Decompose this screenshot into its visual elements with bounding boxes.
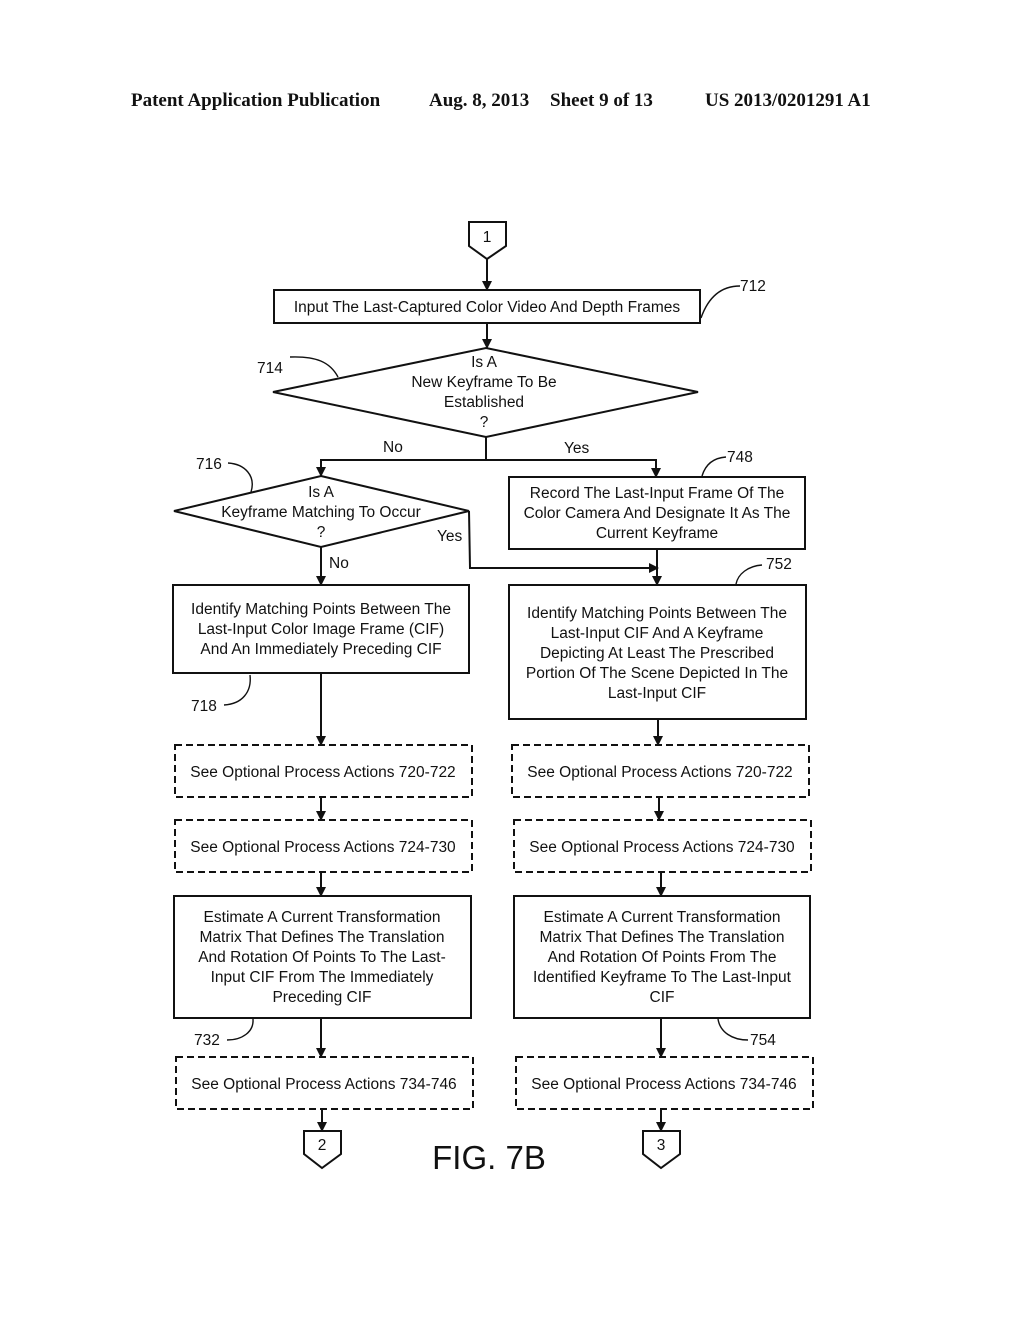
- decision-714: Is A New Keyframe To Be Established ? 71…: [257, 346, 699, 439]
- process-712: Input The Last-Captured Color Video And …: [273, 278, 766, 324]
- optional-734-left-text: See Optional Process Actions 734-746: [191, 1076, 456, 1093]
- process-754-line5: CIF: [650, 989, 675, 1006]
- optional-724-730-right: See Optional Process Actions 724-730: [513, 819, 812, 873]
- optional-734-746-right: See Optional Process Actions 734-746: [515, 1056, 814, 1110]
- label-716-yes: Yes: [437, 528, 463, 545]
- edge-714-yes: [486, 459, 661, 478]
- optional-724-right-text: See Optional Process Actions 724-730: [529, 839, 795, 856]
- flowchart: 1 Input The Last-Captured Color Video An…: [172, 221, 814, 1176]
- optional-724-left-text: See Optional Process Actions 724-730: [190, 839, 456, 856]
- process-718-line3: And An Immediately Preceding CIF: [200, 641, 441, 658]
- connector-2: 2: [303, 1130, 342, 1170]
- process-752-line4: Portion Of The Scene Depicted In The: [526, 665, 788, 682]
- process-718-line2: Last-Input Color Image Frame (CIF): [198, 621, 444, 638]
- label-714-yes: Yes: [564, 440, 590, 457]
- ref-752: 752: [766, 556, 792, 573]
- process-732-line1: Estimate A Current Transformation: [204, 909, 441, 926]
- decision-714-line1: Is A: [471, 354, 498, 371]
- ref-718: 718: [191, 698, 217, 715]
- optional-734-746-left: See Optional Process Actions 734-746: [175, 1056, 474, 1110]
- process-754-line4: Identified Keyframe To The Last-Input: [533, 969, 792, 986]
- connector-1: 1: [468, 221, 507, 261]
- decision-714-line2: New Keyframe To Be: [411, 374, 556, 391]
- ref-748: 748: [727, 449, 753, 466]
- process-752-line1: Identify Matching Points Between The: [527, 605, 787, 622]
- process-752-line3: Depicting At Least The Prescribed: [540, 645, 774, 662]
- optional-724-730-left: See Optional Process Actions 724-730: [174, 819, 473, 873]
- ref-714: 714: [257, 360, 283, 377]
- label-716-no: No: [329, 555, 349, 572]
- connector-3-label: 3: [657, 1137, 666, 1154]
- decision-714-line4: ?: [480, 414, 489, 431]
- process-752-line5: Last-Input CIF: [608, 685, 706, 702]
- process-754-line2: Matrix That Defines The Translation: [540, 929, 785, 946]
- connector-2-label: 2: [318, 1137, 327, 1154]
- process-732-line5: Preceding CIF: [272, 989, 371, 1006]
- process-732-line3: And Rotation Of Points To The Last-: [198, 949, 446, 966]
- label-714-no: No: [383, 439, 403, 456]
- process-732: Estimate A Current Transformation Matrix…: [173, 895, 472, 1049]
- ref-716: 716: [196, 456, 222, 473]
- connector-1-label: 1: [483, 229, 492, 246]
- ref-754: 754: [750, 1032, 776, 1049]
- process-754-line3: And Rotation Of Points From The: [548, 949, 777, 966]
- process-712-text: Input The Last-Captured Color Video And …: [294, 299, 681, 316]
- decision-716-line3: ?: [317, 524, 326, 541]
- optional-720-right-text: See Optional Process Actions 720-722: [527, 764, 792, 781]
- process-732-line4: Input CIF From The Immediately: [211, 969, 434, 986]
- optional-720-722-left: See Optional Process Actions 720-722: [174, 744, 473, 798]
- decision-714-line3: Established: [444, 394, 524, 411]
- optional-720-722-right: See Optional Process Actions 720-722: [511, 744, 810, 798]
- process-732-line2: Matrix That Defines The Translation: [200, 929, 445, 946]
- process-748-line1: Record The Last-Input Frame Of The: [530, 485, 784, 502]
- edge-714-no: [316, 437, 487, 477]
- process-754-line1: Estimate A Current Transformation: [544, 909, 781, 926]
- process-752-line2: Last-Input CIF And A Keyframe: [551, 625, 764, 642]
- optional-720-left-text: See Optional Process Actions 720-722: [190, 764, 455, 781]
- process-718-line1: Identify Matching Points Between The: [191, 601, 451, 618]
- decision-716-line2: Keyframe Matching To Occur: [221, 504, 421, 521]
- figure-label: FIG. 7B: [432, 1139, 546, 1176]
- connector-3: 3: [642, 1130, 681, 1170]
- ref-712: 712: [740, 278, 766, 295]
- ref-732: 732: [194, 1032, 220, 1049]
- optional-734-right-text: See Optional Process Actions 734-746: [531, 1076, 796, 1093]
- process-748-line2: Color Camera And Designate It As The: [524, 505, 791, 522]
- decision-716-line1: Is A: [308, 484, 335, 501]
- process-748-line3: Current Keyframe: [596, 525, 718, 542]
